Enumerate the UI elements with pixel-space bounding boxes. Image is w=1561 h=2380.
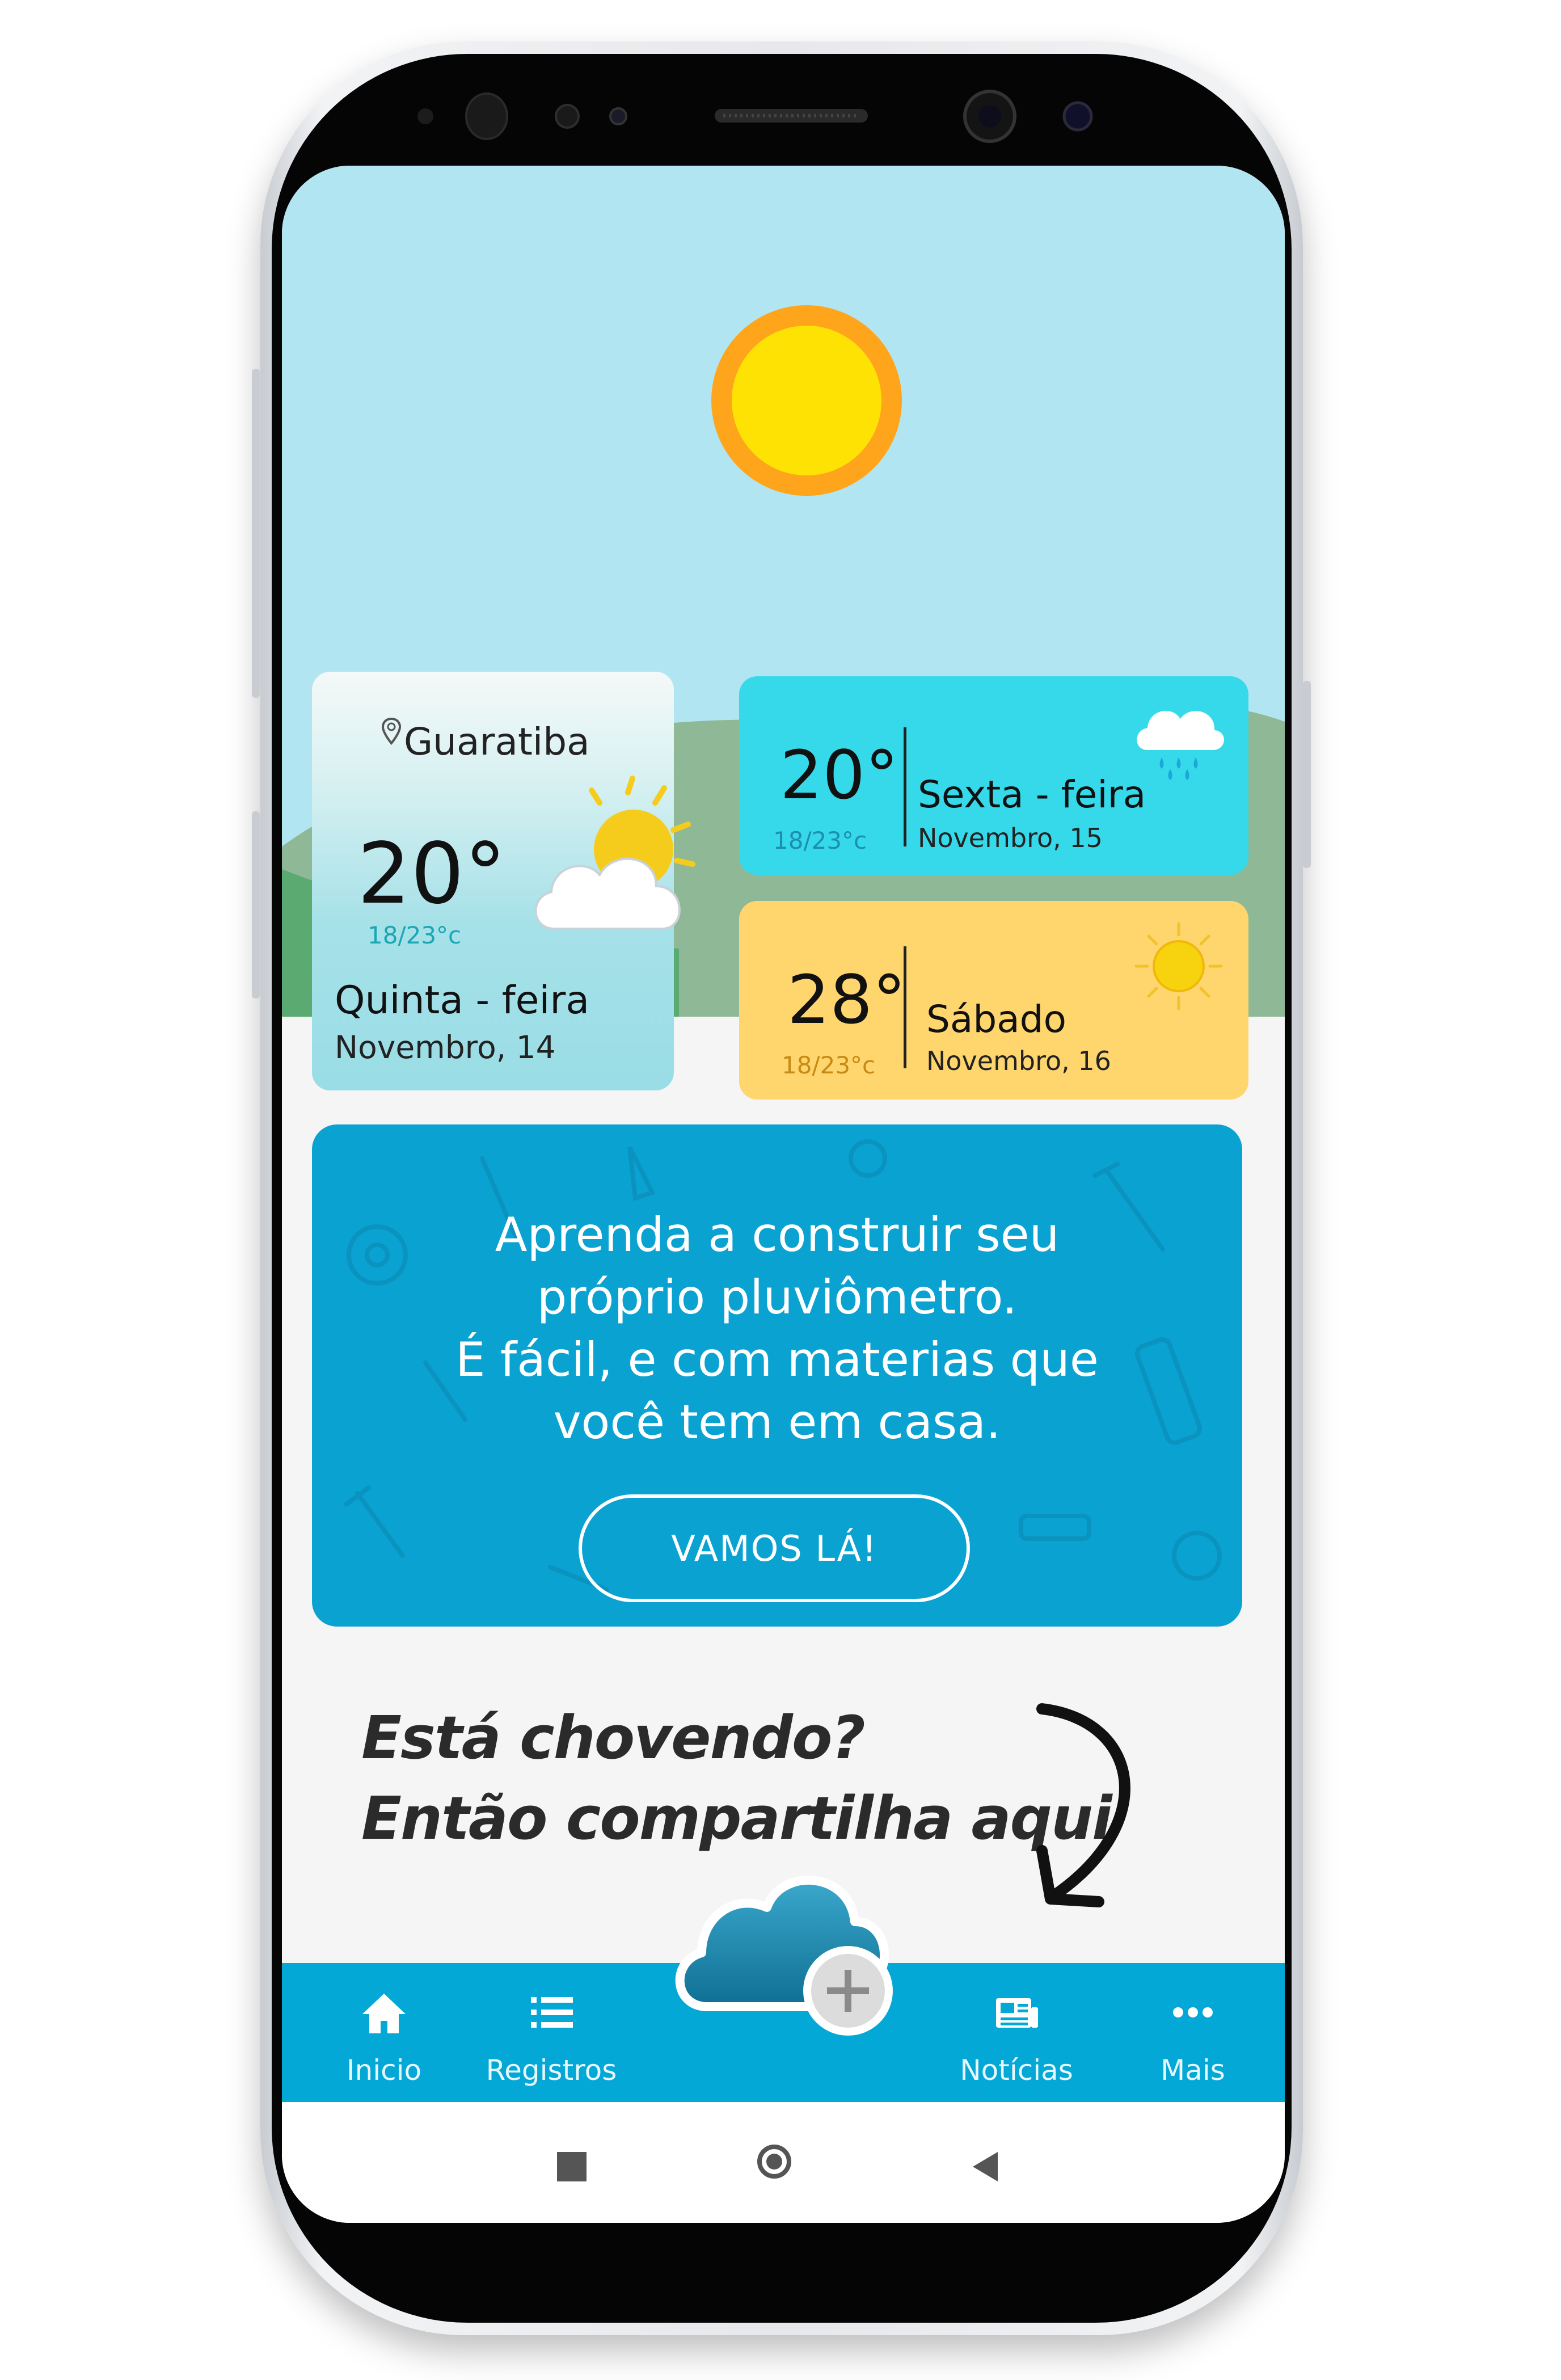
curved-arrow-icon	[1036, 1703, 1130, 1907]
news-icon	[996, 1998, 1038, 2028]
system-nav-bar	[282, 2102, 1285, 2223]
friday-temperature: 20°	[780, 736, 899, 814]
friday-day: Sexta - feira	[918, 773, 1146, 816]
vamos-la-button[interactable]: VAMOS LÁ!	[579, 1494, 970, 1602]
sun-core	[732, 326, 881, 475]
phone-sensors	[417, 90, 1093, 143]
sun-icon	[1134, 922, 1223, 1010]
home-circle-icon[interactable]	[757, 2145, 791, 2179]
today-temperature: 20°	[357, 825, 507, 922]
list-icon	[531, 1997, 573, 2028]
home-icon	[362, 1994, 406, 2033]
nav-item-noticias[interactable]: Notícias	[931, 1963, 1102, 2102]
today-temp-range: 18/23°c	[368, 921, 462, 949]
divider	[904, 727, 906, 846]
nav-item-mais[interactable]: Mais	[1108, 1963, 1278, 2102]
more-icon	[1173, 2007, 1213, 2017]
nav-label-noticias: Notícias	[960, 2054, 1073, 2087]
app-screen: Guaratiba 20° 18/23°c Quinta - feira Nov…	[282, 166, 1285, 2223]
promo-banner: Aprenda a construir seu próprio pluviôme…	[312, 1124, 1242, 1627]
nav-label-mais: Mais	[1161, 2054, 1225, 2087]
promo-text: Aprenda a construir seu próprio pluviôme…	[455, 1207, 1099, 1450]
power-button	[1303, 681, 1311, 868]
today-date: Novembro, 14	[335, 1029, 556, 1065]
partly-cloudy-icon	[534, 776, 695, 930]
saturday-temp-range: 18/23°c	[782, 1051, 876, 1079]
forecast-card-friday[interactable]: 20° 18/23°c Sexta - feira Novembro, 15	[739, 676, 1248, 875]
forecast-card-saturday[interactable]: 28° 18/23°c Sábado Novembro, 16	[739, 901, 1248, 1100]
location-label: Guaratiba	[404, 720, 590, 764]
nav-item-registros[interactable]: Registros	[466, 1963, 636, 2102]
bixby-button	[252, 811, 260, 999]
rain-cloud-icon	[1137, 710, 1224, 780]
volume-button	[252, 369, 260, 698]
recents-square-icon[interactable]	[557, 2152, 587, 2181]
saturday-temperature: 28°	[787, 961, 906, 1039]
nav-label-inicio: Inicio	[346, 2054, 422, 2087]
nav-label-registros: Registros	[486, 2054, 617, 2087]
nav-item-inicio[interactable]: Inicio	[299, 1963, 469, 2102]
saturday-day: Sábado	[926, 997, 1066, 1041]
today-day: Quinta - feira	[335, 978, 590, 1023]
cloud-add-icon[interactable]	[668, 1854, 906, 2046]
location-pin-icon	[381, 717, 402, 745]
back-triangle-icon[interactable]	[968, 2149, 1002, 2185]
divider	[904, 946, 906, 1068]
saturday-date: Novembro, 16	[926, 1046, 1111, 1076]
friday-date: Novembro, 15	[918, 823, 1103, 853]
friday-temp-range: 18/23°c	[773, 827, 867, 854]
share-prompt-text: Está chovendo? Então compartilha aqui	[361, 1703, 1112, 1853]
